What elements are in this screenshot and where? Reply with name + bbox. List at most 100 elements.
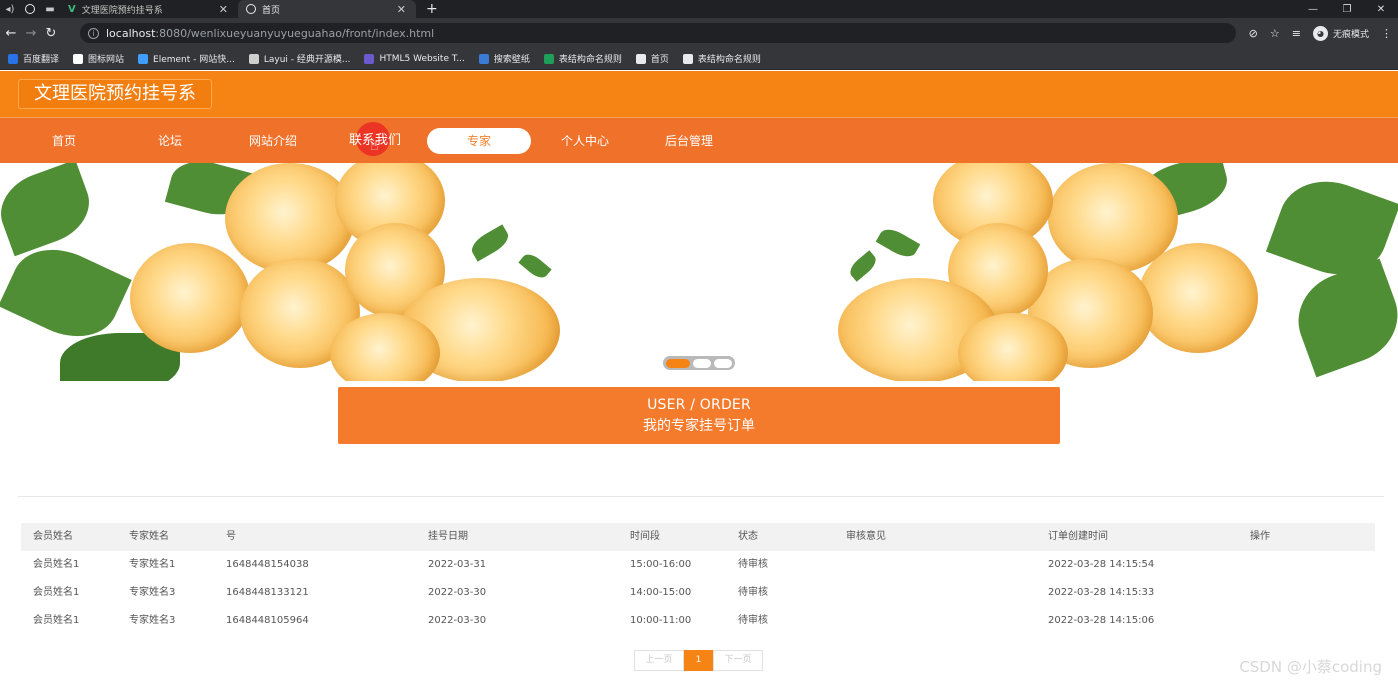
- forward-icon[interactable]: →: [22, 26, 40, 41]
- window-icon[interactable]: ▬: [40, 0, 60, 18]
- orders-heading-cn: 我的专家挂号订单: [643, 418, 755, 434]
- table-cell: 1648448105964: [226, 615, 309, 626]
- orders-table: 会员姓名 专家姓名 号 挂号日期 时间段 状态 审核意见 订单创建时间 操作 会…: [21, 523, 1375, 635]
- pagination: 上一页 1 下一页: [634, 650, 763, 671]
- bookmark-icon: [478, 53, 489, 64]
- close-tab-icon[interactable]: ✕: [397, 3, 406, 16]
- nav-profile[interactable]: 个人中心: [552, 128, 618, 154]
- window-controls: — ❐ ✕: [1296, 0, 1398, 18]
- address-bar-row: ← → ↻ i localhost :8080/wenlixueyuanyuyu…: [0, 18, 1398, 48]
- table-row[interactable]: 会员姓名1 专家姓名1 1648448154038 2022-03-31 15:…: [21, 551, 1375, 579]
- bookmark-item[interactable]: 百度翻译: [8, 52, 59, 65]
- bookmarks-bar: 百度翻译 图标网站 Element - 网站快... Layui - 经典开源模...…: [0, 48, 1398, 70]
- bookmark-item[interactable]: 表结构命名规则: [543, 52, 622, 65]
- bookmark-icon: [635, 53, 646, 64]
- carousel-dot[interactable]: [713, 358, 733, 368]
- tab-title: 首页: [262, 5, 281, 16]
- carousel-indicators: [663, 356, 735, 370]
- divider: [18, 496, 1384, 497]
- speaker-icon[interactable]: ◂): [0, 0, 20, 18]
- table-cell: 2022-03-28 14:15:06: [1048, 615, 1155, 626]
- bookmark-item[interactable]: Layui - 经典开源模...: [248, 52, 350, 65]
- table-cell: 2022-03-30: [428, 615, 487, 626]
- table-cell: 会员姓名1: [33, 559, 80, 570]
- nav-home[interactable]: 首页: [34, 128, 94, 154]
- minimize-icon[interactable]: —: [1296, 4, 1330, 15]
- status-cell: 待审核: [738, 587, 768, 598]
- column-header: 时间段: [630, 531, 660, 542]
- status-cell: 待审核: [738, 559, 768, 570]
- page-1-button[interactable]: 1: [684, 650, 713, 671]
- column-header: 挂号日期: [428, 531, 468, 542]
- bookmark-icon: [248, 53, 259, 64]
- table-row[interactable]: 会员姓名1 专家姓名3 1648448133121 2022-03-30 14:…: [21, 579, 1375, 607]
- bookmark-icon: [8, 53, 18, 64]
- url-input[interactable]: i localhost :8080/wenlixueyuanyuyueguaha…: [80, 23, 1236, 43]
- banner-carousel[interactable]: [0, 163, 1398, 381]
- bookmark-label: 表结构命名规则: [697, 55, 761, 65]
- restore-icon[interactable]: ❐: [1330, 4, 1364, 15]
- bookmark-icon: [364, 53, 375, 64]
- nav-about[interactable]: 网站介绍: [240, 128, 306, 154]
- close-window-icon[interactable]: ✕: [1364, 4, 1398, 15]
- bookmark-item[interactable]: Element - 网站快...: [138, 52, 235, 65]
- bookmark-label: HTML5 Website T...: [379, 53, 465, 64]
- table-cell: 2022-03-31: [428, 559, 487, 570]
- star-icon[interactable]: ☆: [1270, 27, 1280, 40]
- browser-tab-1[interactable]: V 文理医院预约挂号系 ✕: [60, 0, 238, 18]
- table-header: 会员姓名 专家姓名 号 挂号日期 时间段 状态 审核意见 订单创建时间 操作: [21, 523, 1375, 551]
- close-tab-icon[interactable]: ✕: [219, 3, 228, 16]
- url-host: localhost: [106, 26, 156, 40]
- carousel-dot[interactable]: [692, 358, 711, 368]
- reading-list-icon[interactable]: ≡: [1292, 27, 1301, 40]
- bookmark-label: 图标网站: [88, 55, 125, 65]
- web-page: 文理医院预约挂号系 首页 论坛 网站介绍 联系我们 ☝ 专家 个人中心 后台管理: [0, 71, 1398, 686]
- vue-logo-icon: V: [68, 3, 76, 15]
- nav-experts[interactable]: 专家: [427, 128, 531, 154]
- globe-icon[interactable]: [20, 0, 40, 18]
- eye-off-icon[interactable]: ⊘: [1249, 27, 1258, 40]
- bookmark-item[interactable]: 表结构命名规则: [682, 52, 761, 65]
- site-title[interactable]: 文理医院预约挂号系: [18, 79, 212, 109]
- bookmark-label: Element - 网站快...: [153, 55, 235, 65]
- bookmark-icon: [73, 53, 84, 64]
- incognito-indicator[interactable]: ◕ 无痕模式: [1312, 25, 1369, 41]
- watermark: CSDN @小蔡coding: [1239, 658, 1382, 676]
- toolbar-right: ⊘ ☆ ≡ ◕ 无痕模式 ⋮: [1249, 18, 1398, 48]
- bookmark-item[interactable]: 图标网站: [73, 52, 124, 65]
- table-cell: 专家姓名1: [129, 559, 176, 570]
- next-page-button[interactable]: 下一页: [713, 650, 763, 671]
- url-path: :8080/wenlixueyuanyuyueguahao/front/inde…: [155, 26, 435, 40]
- prev-page-button[interactable]: 上一页: [634, 650, 684, 671]
- site-info-icon[interactable]: i: [88, 27, 99, 39]
- new-tab-button[interactable]: +: [416, 1, 448, 17]
- bookmark-label: 表结构命名规则: [558, 55, 622, 65]
- table-row[interactable]: 会员姓名1 专家姓名3 1648448105964 2022-03-30 10:…: [21, 607, 1375, 635]
- bookmark-item[interactable]: 首页: [635, 52, 669, 65]
- column-header: 会员姓名: [33, 531, 73, 542]
- hand-cursor-icon: ☝: [370, 138, 379, 154]
- back-icon[interactable]: ←: [2, 26, 20, 41]
- globe-icon: [246, 4, 256, 14]
- browser-tab-2[interactable]: 首页 ✕: [238, 0, 416, 18]
- bookmark-icon: [138, 53, 149, 64]
- menu-icon[interactable]: ⋮: [1381, 27, 1392, 40]
- column-header: 号: [226, 531, 236, 542]
- table-cell: 1648448133121: [226, 587, 309, 598]
- bookmark-label: 百度翻译: [23, 55, 60, 65]
- table-cell: 15:00-16:00: [630, 559, 692, 570]
- reload-icon[interactable]: ↻: [42, 26, 60, 41]
- orders-heading-en: USER / ORDER: [647, 397, 751, 413]
- nav-admin[interactable]: 后台管理: [656, 128, 722, 154]
- nav-forum[interactable]: 论坛: [140, 128, 200, 154]
- incognito-icon: ◕: [1312, 25, 1328, 41]
- incognito-label: 无痕模式: [1332, 29, 1369, 40]
- table-cell: 2022-03-28 14:15:54: [1048, 559, 1155, 570]
- column-header: 审核意见: [846, 531, 886, 542]
- carousel-dot[interactable]: [666, 358, 690, 368]
- bookmark-item[interactable]: HTML5 Website T...: [364, 53, 465, 64]
- bookmark-item[interactable]: 搜索壁纸: [478, 52, 530, 65]
- browser-tab-strip: ◂) ▬ V 文理医院预约挂号系 ✕ 首页 ✕ + — ❐ ✕: [0, 0, 1398, 18]
- column-header: 专家姓名: [129, 531, 169, 542]
- bookmark-icon: [682, 53, 693, 64]
